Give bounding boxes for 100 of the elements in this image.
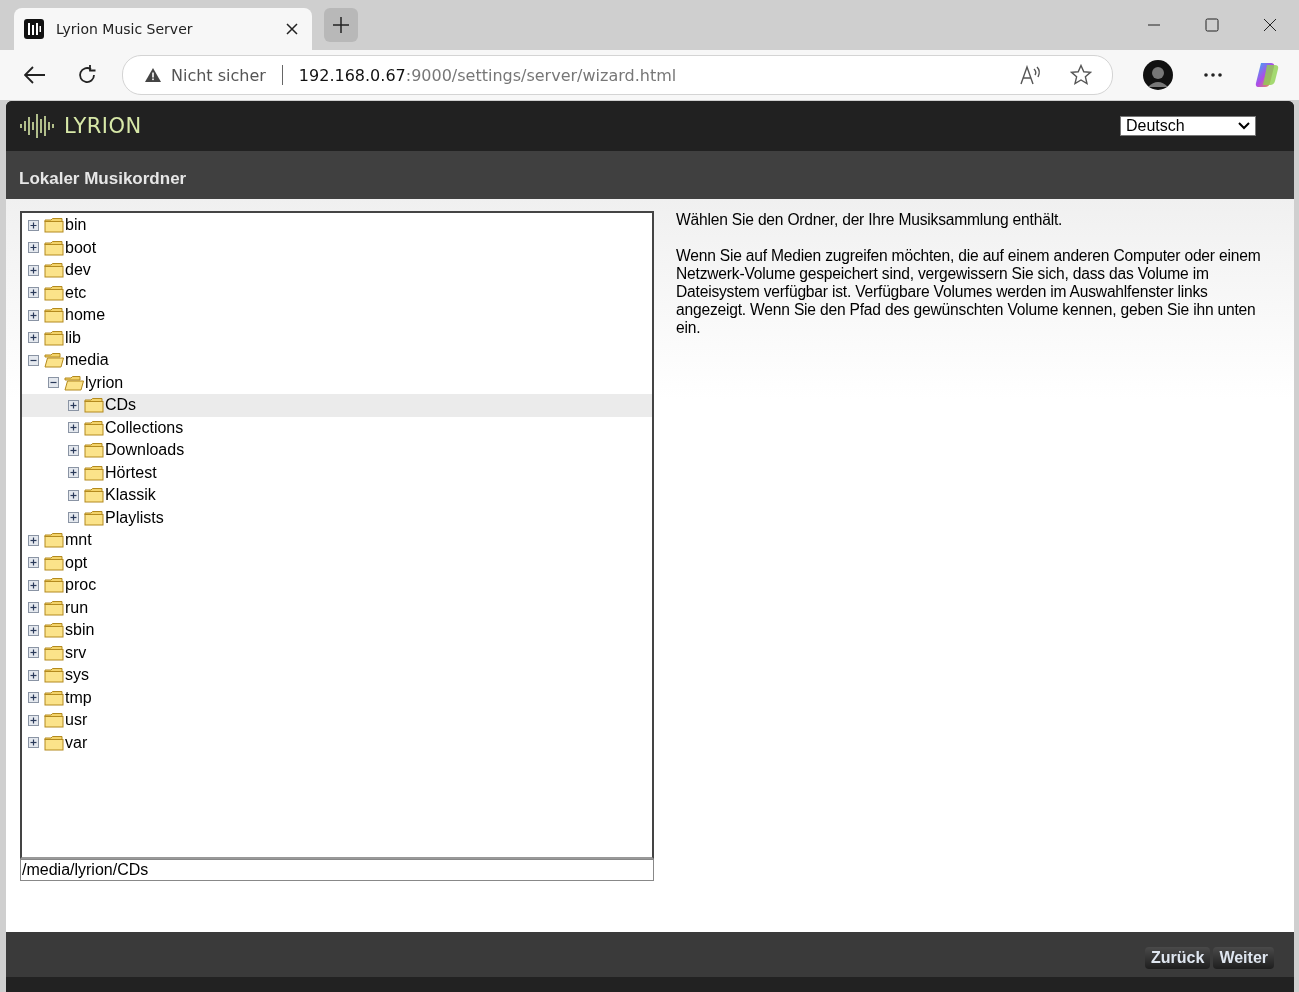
tree-item[interactable]: home — [22, 304, 652, 327]
plus-icon[interactable] — [28, 534, 39, 546]
folder-label: CDs — [105, 396, 137, 415]
folder-label: sys — [65, 666, 89, 685]
folder-label: usr — [65, 711, 88, 730]
folder-icon — [44, 734, 64, 751]
plus-icon[interactable] — [28, 579, 39, 591]
plus-icon[interactable] — [28, 737, 39, 749]
chevron-down-icon — [1238, 122, 1250, 130]
folder-icon — [84, 487, 104, 504]
tree-item[interactable]: opt — [22, 551, 652, 574]
plus-icon[interactable] — [28, 692, 39, 704]
tree-item[interactable]: usr — [22, 709, 652, 732]
tree-item[interactable]: Collections — [22, 416, 652, 439]
plus-icon[interactable] — [28, 309, 39, 321]
minus-icon[interactable] — [48, 377, 59, 389]
plus-icon[interactable] — [28, 602, 39, 614]
tree-item[interactable]: var — [22, 731, 652, 754]
open-folder-icon — [64, 374, 84, 391]
open-folder-icon — [44, 352, 64, 369]
page-title: Lokaler Musikordner — [19, 169, 187, 189]
tree-item[interactable]: proc — [22, 574, 652, 597]
folder-label: run — [65, 598, 89, 617]
logo-text: LYRION — [64, 114, 142, 138]
plus-icon[interactable] — [28, 669, 39, 681]
browser-tab[interactable]: Lyrion Music Server — [14, 8, 312, 50]
plus-icon[interactable] — [68, 422, 79, 434]
plus-icon[interactable] — [28, 624, 39, 636]
minus-icon[interactable] — [28, 354, 39, 366]
plus-icon[interactable] — [28, 557, 39, 569]
tree-item[interactable]: Playlists — [22, 506, 652, 529]
tree-item[interactable]: Downloads — [22, 439, 652, 462]
folder-label: media — [65, 351, 109, 370]
plus-icon[interactable] — [68, 512, 79, 524]
folder-icon — [44, 577, 64, 594]
tree-item[interactable]: Klassik — [22, 484, 652, 507]
plus-icon[interactable] — [28, 242, 39, 254]
address-bar[interactable]: Nicht sicher 192.168.0.67:9000/settings/server/wizard.html — [122, 55, 1113, 95]
folder-label: Klassik — [105, 486, 156, 505]
read-aloud-icon[interactable] — [1020, 65, 1042, 85]
folder-icon — [44, 329, 64, 346]
folder-label: boot — [65, 238, 97, 257]
tree-item[interactable]: media — [22, 349, 652, 372]
warning-icon — [145, 68, 161, 82]
folder-icon — [44, 217, 64, 234]
folder-icon — [84, 509, 104, 526]
tree-item[interactable]: etc — [22, 281, 652, 304]
folder-icon — [44, 622, 64, 639]
tree-item[interactable]: boot — [22, 236, 652, 259]
language-select[interactable]: Deutsch — [1120, 116, 1256, 136]
plus-icon[interactable] — [28, 287, 39, 299]
plus-icon[interactable] — [28, 714, 39, 726]
folder-label: Hörtest — [105, 463, 157, 482]
plus-icon[interactable] — [68, 467, 79, 479]
copilot-icon[interactable] — [1253, 61, 1281, 89]
folder-icon — [44, 284, 64, 301]
tree-item[interactable]: lib — [22, 326, 652, 349]
tree-item[interactable]: bin — [22, 214, 652, 237]
avatar-icon[interactable] — [1143, 60, 1173, 90]
folder-label: lib — [65, 328, 81, 347]
star-icon[interactable] — [1070, 64, 1092, 86]
path-input-field[interactable]: /media/lyrion/CDs — [20, 859, 654, 881]
tree-item[interactable]: run — [22, 596, 652, 619]
tree-item[interactable]: CDs — [22, 394, 652, 417]
folder-label: etc — [65, 283, 87, 302]
folder-icon — [84, 464, 104, 481]
close-icon[interactable] — [1263, 18, 1277, 32]
wizard-nav-button[interactable]: Weiter — [1213, 947, 1274, 969]
plus-icon[interactable] — [68, 399, 79, 411]
tree-item[interactable]: sys — [22, 664, 652, 687]
description-paragraph: Wenn Sie auf Medien zugreifen möchten, die auf einem anderen Computer oder einem Netzwerk-Volume gespeichert sind, vergewissern Sie sich, dass das Volume im Dateisystem verfügbar ist. Verfügbare Volumes werden im Auswahlfenster links angezeigt. Wenn Sie den Pfad des gewünschten Volume kennen, geben Sie ihn unten ein. — [676, 247, 1262, 337]
plus-icon[interactable] — [28, 332, 39, 344]
security-label: Nicht sicher — [171, 65, 266, 85]
folder-label: proc — [65, 576, 97, 595]
plus-icon[interactable] — [28, 647, 39, 659]
tree-item[interactable]: tmp — [22, 686, 652, 709]
sound-bars-icon — [24, 19, 44, 39]
plus-icon[interactable] — [28, 219, 39, 231]
tree-item[interactable]: mnt — [22, 529, 652, 552]
tree-item[interactable]: sbin — [22, 619, 652, 642]
reload-icon[interactable] — [76, 64, 98, 86]
tree-item[interactable]: lyrion — [22, 371, 652, 394]
folder-label: Downloads — [105, 441, 185, 460]
folder-icon — [84, 442, 104, 459]
tree-item[interactable]: srv — [22, 641, 652, 664]
plus-icon[interactable] — [68, 444, 79, 456]
tree-item[interactable]: dev — [22, 259, 652, 282]
url-path: :9000/settings/server/wizard.html — [405, 65, 677, 85]
plus-icon[interactable] — [28, 264, 39, 276]
folder-label: dev — [65, 261, 91, 280]
folder-icon — [44, 307, 64, 324]
more-icon[interactable] — [1203, 72, 1223, 78]
close-icon[interactable] — [286, 23, 298, 35]
maximize-icon[interactable] — [1205, 18, 1219, 32]
wizard-nav-button[interactable]: Zurück — [1145, 947, 1211, 969]
tree-item[interactable]: Hörtest — [22, 461, 652, 484]
new-tab-button[interactable] — [324, 8, 358, 42]
back-arrow-icon[interactable] — [24, 66, 46, 84]
plus-icon[interactable] — [68, 489, 79, 501]
folder-icon — [44, 644, 64, 661]
